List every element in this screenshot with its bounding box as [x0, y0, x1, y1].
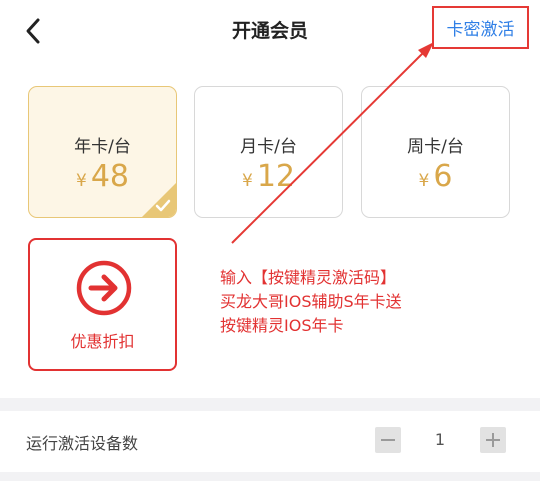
discount-button[interactable]: 优惠折扣 — [28, 238, 177, 371]
annotation-line: 买龙大哥IOS辅助S年卡送 — [220, 292, 402, 311]
minus-icon[interactable] — [375, 427, 401, 453]
annotation-line: 按键精灵IOS年卡 — [220, 316, 344, 335]
plan-card-weekly[interactable]: 周卡/台 ¥6 — [361, 86, 510, 218]
plan-name: 月卡/台 — [240, 137, 297, 157]
section-divider — [0, 398, 540, 411]
currency-symbol: ¥ — [418, 171, 430, 191]
plan-price: ¥12 — [195, 159, 342, 194]
device-count-value: 1 — [434, 430, 446, 449]
annotation-line: 输入【按键精灵激活码】 — [220, 268, 397, 287]
header-bar: 开通会员 卡密激活 — [0, 0, 540, 62]
price-value: 48 — [90, 159, 129, 194]
section-divider — [0, 472, 540, 481]
plan-name: 周卡/台 — [407, 137, 464, 157]
currency-symbol: ¥ — [75, 171, 87, 191]
plus-icon[interactable] — [480, 427, 506, 453]
checkmark-icon — [142, 183, 176, 217]
card-key-activate-button[interactable]: 卡密激活 — [432, 6, 529, 49]
plan-card-yearly[interactable]: 年卡/台 ¥48 — [28, 86, 177, 218]
back-button[interactable] — [16, 14, 50, 48]
plan-price: ¥6 — [362, 159, 509, 194]
plan-card-monthly[interactable]: 月卡/台 ¥12 — [194, 86, 343, 218]
annotation-note: 输入【按键精灵激活码】 买龙大哥IOS辅助S年卡送 按键精灵IOS年卡 — [220, 266, 402, 338]
arrow-right-circle-icon — [76, 260, 132, 316]
currency-symbol: ¥ — [241, 171, 253, 191]
plan-name: 年卡/台 — [74, 137, 131, 157]
discount-label: 优惠折扣 — [70, 332, 135, 351]
price-value: 12 — [256, 159, 295, 194]
active-devices-label: 运行激活设备数 — [26, 434, 139, 453]
chevron-left-icon — [26, 18, 40, 44]
price-value: 6 — [433, 159, 453, 194]
